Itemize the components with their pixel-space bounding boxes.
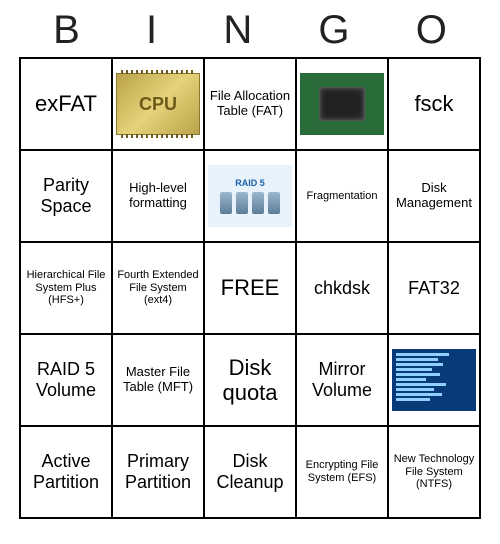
cell-text: Master File Table (MFT) xyxy=(115,365,201,395)
cell-content: CPU xyxy=(115,61,201,147)
bingo-cell[interactable]: Disk Management xyxy=(388,150,480,242)
bingo-cell[interactable]: fsck xyxy=(388,58,480,150)
bingo-cell[interactable]: Disk Cleanup xyxy=(204,426,296,518)
cell-content: File Allocation Table (FAT) xyxy=(207,61,293,147)
bingo-cell[interactable]: Parity Space xyxy=(20,150,112,242)
header-letter: O xyxy=(416,8,447,53)
cell-content: Encrypting File System (EFS) xyxy=(299,429,385,515)
cell-content: fsck xyxy=(391,61,477,147)
cell-content: RAID 5 xyxy=(207,153,293,239)
cell-text: Active Partition xyxy=(23,451,109,492)
cell-content: Hierarchical File System Plus (HFS+) xyxy=(23,245,109,331)
bingo-row: Hierarchical File System Plus (HFS+)Four… xyxy=(20,242,480,334)
bingo-row: exFAT CPUFile Allocation Table (FAT) fsck xyxy=(20,58,480,150)
cell-text: chkdsk xyxy=(314,278,370,299)
ic-chip-image xyxy=(300,73,384,135)
cell-content: Disk Cleanup xyxy=(207,429,293,515)
cell-content xyxy=(299,61,385,147)
cell-text: RAID 5 Volume xyxy=(23,359,109,400)
cell-content: High-level formatting xyxy=(115,153,201,239)
bingo-cell[interactable]: Fragmentation xyxy=(296,150,388,242)
cell-text: FAT32 xyxy=(408,278,460,299)
bingo-cell[interactable]: Primary Partition xyxy=(112,426,204,518)
cell-content: RAID 5 Volume xyxy=(23,337,109,423)
bingo-cell[interactable]: FREE xyxy=(204,242,296,334)
cell-content: chkdsk xyxy=(299,245,385,331)
header-letter: I xyxy=(146,8,157,53)
cell-content: Fragmentation xyxy=(299,153,385,239)
raid5-image: RAID 5 xyxy=(208,165,292,227)
bingo-cell[interactable]: CPU xyxy=(112,58,204,150)
cell-content: Master File Table (MFT) xyxy=(115,337,201,423)
bingo-cell[interactable]: Encrypting File System (EFS) xyxy=(296,426,388,518)
cell-content: Primary Partition xyxy=(115,429,201,515)
cell-text: Fragmentation xyxy=(307,190,378,203)
cell-text: Encrypting File System (EFS) xyxy=(299,459,385,484)
bingo-cell[interactable]: chkdsk xyxy=(296,242,388,334)
cell-text: Mirror Volume xyxy=(299,359,385,400)
bingo-cell[interactable]: RAID 5 Volume xyxy=(20,334,112,426)
cell-content: exFAT xyxy=(23,61,109,147)
cell-content: Fourth Extended File System (ext4) xyxy=(115,245,201,331)
bingo-cell[interactable]: Mirror Volume xyxy=(296,334,388,426)
cell-content: Disk quota xyxy=(207,337,293,423)
cell-text: FREE xyxy=(221,275,280,300)
bingo-cell[interactable]: New Technology File System (NTFS) xyxy=(388,426,480,518)
cell-text: New Technology File System (NTFS) xyxy=(391,453,477,491)
bingo-cell[interactable]: High-level formatting xyxy=(112,150,204,242)
cell-content: Parity Space xyxy=(23,153,109,239)
cell-text: fsck xyxy=(414,91,453,116)
header-letter: G xyxy=(318,8,349,53)
header-letter: N xyxy=(223,8,252,53)
bingo-header: B I N G O xyxy=(20,0,480,57)
cell-content xyxy=(391,337,477,423)
cell-text: Primary Partition xyxy=(115,451,201,492)
cell-text: Hierarchical File System Plus (HFS+) xyxy=(23,269,109,307)
cell-content: New Technology File System (NTFS) xyxy=(391,429,477,515)
cell-content: FREE xyxy=(207,245,293,331)
bingo-cell[interactable]: Hierarchical File System Plus (HFS+) xyxy=(20,242,112,334)
bingo-cell[interactable] xyxy=(296,58,388,150)
cell-text: High-level formatting xyxy=(115,181,201,211)
raid5-label: RAID 5 xyxy=(235,178,265,188)
bingo-grid: exFAT CPUFile Allocation Table (FAT) fsck P… xyxy=(19,57,481,519)
cell-content: FAT32 xyxy=(391,245,477,331)
cell-text: Disk quota xyxy=(207,355,293,406)
cell-text: Fourth Extended File System (ext4) xyxy=(115,269,201,307)
cell-content: Mirror Volume xyxy=(299,337,385,423)
cell-content: Active Partition xyxy=(23,429,109,515)
header-letter: B xyxy=(53,8,80,53)
bingo-cell[interactable]: Active Partition xyxy=(20,426,112,518)
bingo-cell[interactable]: Disk quota xyxy=(204,334,296,426)
bingo-cell[interactable]: FAT32 xyxy=(388,242,480,334)
bingo-cell[interactable]: exFAT xyxy=(20,58,112,150)
bingo-cell[interactable]: RAID 5 xyxy=(204,150,296,242)
cell-text: Disk Management xyxy=(391,181,477,211)
cell-text: Disk Cleanup xyxy=(207,451,293,492)
bingo-row: Parity SpaceHigh-level formatting RAID 5 F… xyxy=(20,150,480,242)
bingo-cell[interactable]: File Allocation Table (FAT) xyxy=(204,58,296,150)
terminal-screenshot-image xyxy=(392,349,476,411)
bingo-row: Active PartitionPrimary PartitionDisk Cl… xyxy=(20,426,480,518)
bingo-cell[interactable] xyxy=(388,334,480,426)
cell-text: File Allocation Table (FAT) xyxy=(207,89,293,119)
cell-text: Parity Space xyxy=(23,175,109,216)
cell-text: exFAT xyxy=(35,91,97,116)
bingo-cell[interactable]: Master File Table (MFT) xyxy=(112,334,204,426)
bingo-cell[interactable]: Fourth Extended File System (ext4) xyxy=(112,242,204,334)
cell-content: Disk Management xyxy=(391,153,477,239)
cpu-chip-image: CPU xyxy=(116,73,200,135)
bingo-row: RAID 5 VolumeMaster File Table (MFT)Disk… xyxy=(20,334,480,426)
